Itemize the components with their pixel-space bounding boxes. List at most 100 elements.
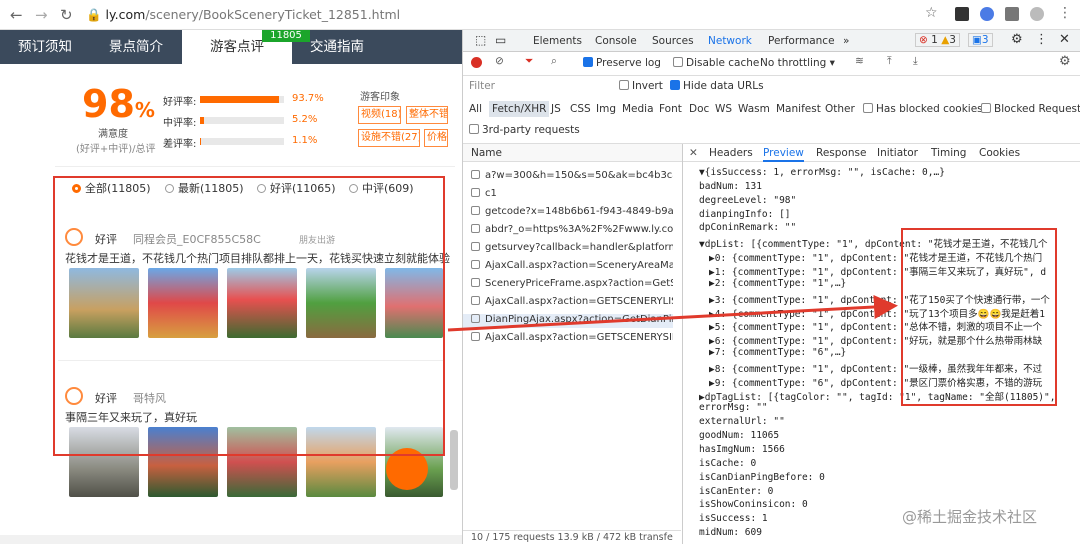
filter-all[interactable]: 全部(11805): [72, 180, 151, 196]
tab-elements[interactable]: Elements: [533, 35, 582, 47]
json-line[interactable]: ▶5: {commentType: "1", dpContent: "总体不错，…: [709, 319, 1042, 333]
tab-preview[interactable]: Preview: [763, 147, 804, 162]
download-icon[interactable]: ⤓: [913, 55, 918, 68]
review-photo[interactable]: [227, 427, 297, 497]
request-row[interactable]: SceneryPriceFrame.aspx?action=GetSce...: [463, 278, 673, 292]
review-photo[interactable]: [227, 268, 297, 338]
request-row[interactable]: abdr?_o=https%3A%2F%2Fwww.ly.com: [463, 224, 673, 238]
tab-console[interactable]: Console: [595, 35, 637, 47]
tab-initiator[interactable]: Initiator: [877, 147, 918, 159]
filter-latest[interactable]: 最新(11805): [165, 180, 244, 196]
record-icon[interactable]: [471, 57, 482, 68]
review-photo[interactable]: [148, 268, 218, 338]
network-settings-icon[interactable]: ⚙: [1059, 54, 1071, 69]
filter-icon[interactable]: ⏷: [525, 55, 533, 68]
tab-cookies[interactable]: Cookies: [979, 147, 1020, 159]
json-line[interactable]: ▼dpList: [{commentType: "1", dpContent: …: [699, 236, 1048, 250]
json-line[interactable]: ▶9: {commentType: "6", dpContent: "景区门票价…: [709, 375, 1042, 389]
type-img[interactable]: Img: [596, 103, 616, 115]
json-line[interactable]: ▶dpTagList: [{tagColor: "", tagId: "1", …: [699, 389, 1055, 403]
throttle-select[interactable]: No throttling ▾: [760, 57, 835, 69]
type-css[interactable]: CSS: [570, 103, 591, 115]
type-wasm[interactable]: Wasm: [738, 103, 770, 115]
tab-response[interactable]: Response: [816, 147, 866, 159]
review-photo[interactable]: [385, 268, 443, 338]
inspect-icon[interactable]: ⬚: [475, 33, 486, 47]
json-line[interactable]: ▶4: {commentType: "1", dpContent: "玩了13个…: [709, 306, 1045, 320]
json-line[interactable]: ▶0: {commentType: "1", dpContent: "花钱才是王…: [709, 250, 1042, 264]
messages-badge[interactable]: ▣3: [968, 33, 993, 47]
request-row[interactable]: AjaxCall.aspx?action=SceneryAreaMark...: [463, 260, 673, 274]
review-photo[interactable]: [306, 427, 376, 497]
type-media[interactable]: Media: [622, 103, 654, 115]
name-column-header[interactable]: Name: [463, 144, 682, 162]
filter-good[interactable]: 好评(11065): [257, 180, 336, 196]
back-icon[interactable]: ←: [10, 6, 23, 24]
json-line[interactable]: ▶3: {commentType: "1", dpContent: "花了150…: [709, 292, 1050, 306]
device-icon[interactable]: ▭: [495, 33, 506, 47]
filter-input[interactable]: Filter: [469, 80, 609, 92]
type-all[interactable]: All: [469, 103, 482, 115]
close-detail-icon[interactable]: ✕: [689, 147, 698, 159]
type-ws[interactable]: WS: [715, 103, 732, 115]
reload-icon[interactable]: ↻: [60, 6, 73, 24]
type-js[interactable]: JS: [551, 103, 561, 115]
wifi-icon[interactable]: ≋: [855, 55, 864, 67]
issues-badge[interactable]: ⊗ 1 ▲3: [915, 33, 960, 47]
type-fetch-xhr[interactable]: Fetch/XHR: [489, 101, 550, 117]
page-scrollbar[interactable]: [450, 430, 458, 490]
request-row[interactable]: getcode?x=148b6b61-f943-4849-b9af-...: [463, 206, 673, 220]
tab-intro[interactable]: 景点简介: [90, 30, 182, 64]
json-line[interactable]: ▶6: {commentType: "1", dpContent: "好玩，就是…: [709, 333, 1042, 347]
tab-sources[interactable]: Sources: [652, 35, 694, 47]
close-icon[interactable]: ✕: [1059, 32, 1070, 47]
type-font[interactable]: Font: [659, 103, 682, 115]
json-line[interactable]: ▼{isSuccess: 1, errorMsg: "", isCache: 0…: [699, 167, 945, 178]
review-photo[interactable]: [148, 427, 218, 497]
impression-tag[interactable]: 整体不错: [406, 106, 448, 124]
extension2-icon[interactable]: [980, 7, 994, 21]
blocked-cookies-checkbox[interactable]: Has blocked cookies: [863, 103, 983, 115]
tab-performance[interactable]: Performance: [768, 35, 835, 47]
impression-tag[interactable]: 价格: [424, 129, 448, 147]
impression-tag[interactable]: 视频(18): [358, 106, 401, 124]
upload-icon[interactable]: ⤒: [887, 55, 892, 68]
tab-network[interactable]: Network: [708, 35, 752, 47]
avatar[interactable]: [1030, 7, 1044, 21]
disable-cache-checkbox[interactable]: Disable cache: [673, 57, 759, 69]
tab-more[interactable]: »: [843, 35, 849, 47]
tab-timing[interactable]: Timing: [931, 147, 966, 159]
request-row[interactable]: getsurvey?callback=handler&platform...: [463, 242, 673, 256]
json-line[interactable]: ▶1: {commentType: "1", dpContent: "事隔三年又…: [709, 264, 1046, 278]
tab-headers[interactable]: Headers: [709, 147, 753, 159]
extension-icon[interactable]: [955, 7, 969, 21]
filter-mid[interactable]: 中评(609): [349, 180, 414, 196]
star-icon[interactable]: ☆: [925, 5, 939, 21]
hide-data-urls-checkbox[interactable]: Hide data URLs: [670, 80, 764, 92]
type-manifest[interactable]: Manifest: [776, 103, 821, 115]
review-photo[interactable]: [69, 268, 139, 338]
request-row-selected[interactable]: DianPingAjax.aspx?action=GetDianPing...: [463, 314, 673, 328]
third-party-checkbox[interactable]: 3rd-party requests: [469, 124, 580, 136]
request-row[interactable]: AjaxCall.aspx?action=GETSCENERYSIMI...: [463, 332, 673, 346]
request-row[interactable]: c1: [463, 188, 673, 202]
page-hscrollbar[interactable]: [0, 535, 462, 544]
review-photo[interactable]: [69, 427, 139, 497]
clear-icon[interactable]: ⊘: [495, 55, 504, 67]
type-other[interactable]: Other: [825, 103, 855, 115]
json-line[interactable]: ▶2: {commentType: "1",…}: [709, 278, 846, 289]
request-row[interactable]: AjaxCall.aspx?action=GETSCENERYLIST...: [463, 296, 673, 310]
address-bar[interactable]: 🔒 ly.com/scenery/BookSceneryTicket_12851…: [86, 4, 946, 26]
tab-notice[interactable]: 预订须知: [0, 30, 90, 64]
mascot-icon[interactable]: [386, 448, 428, 490]
request-row[interactable]: a?w=300&h=150&s=50&ak=bc4b3ca6...: [463, 170, 673, 184]
menu-icon[interactable]: ⋮: [1058, 5, 1072, 21]
preserve-log-checkbox[interactable]: Preserve log: [583, 57, 661, 69]
blocked-requests-checkbox[interactable]: Blocked Requests: [981, 103, 1080, 115]
more-icon[interactable]: ⋮: [1035, 32, 1048, 47]
invert-checkbox[interactable]: Invert: [619, 80, 663, 92]
forward-icon[interactable]: →: [35, 6, 48, 24]
type-doc[interactable]: Doc: [689, 103, 709, 115]
search-icon[interactable]: ⌕: [551, 55, 557, 68]
settings-icon[interactable]: ⚙: [1011, 32, 1023, 47]
